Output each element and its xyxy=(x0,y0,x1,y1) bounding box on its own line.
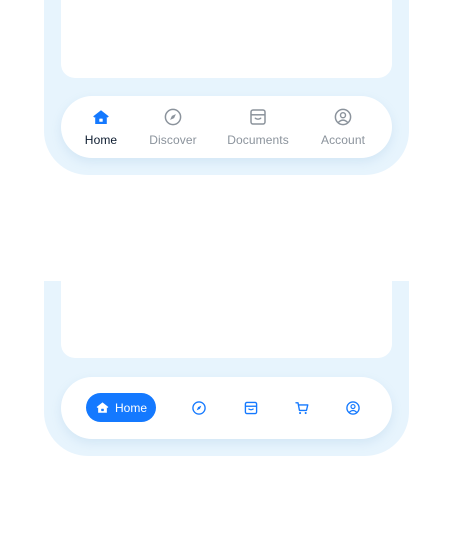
nav-item-label: Documents xyxy=(227,133,289,147)
screen-content-area xyxy=(61,0,392,78)
bottom-navigation-bar-compact: Home xyxy=(61,377,392,439)
nav-item-account[interactable]: Account xyxy=(317,96,369,158)
home-icon xyxy=(93,110,109,124)
compass-icon xyxy=(164,108,182,126)
phone-frame-compact: Home xyxy=(44,281,409,456)
bottom-navigation-bar-labeled: Home Discover Documents Account xyxy=(61,96,392,158)
nav-item-label: Discover xyxy=(149,133,197,147)
compass-icon[interactable] xyxy=(191,400,207,416)
user-circle-icon xyxy=(334,108,352,126)
nav-item-label: Home xyxy=(84,133,118,147)
home-icon xyxy=(96,402,109,413)
screen-content-area xyxy=(61,281,392,358)
nav-item-home[interactable]: Home xyxy=(85,96,117,158)
nav-item-label: Home xyxy=(114,400,147,415)
phone-frame-labeled: Home Discover Documents Account xyxy=(44,0,409,175)
archive-box-icon[interactable] xyxy=(243,400,259,416)
cart-icon[interactable] xyxy=(294,400,310,416)
nav-item-documents[interactable]: Documents xyxy=(225,96,291,158)
user-circle-icon[interactable] xyxy=(345,400,361,416)
nav-item-label: Account xyxy=(320,133,366,147)
nav-item-home-pill[interactable]: Home xyxy=(86,393,156,422)
nav-item-discover[interactable]: Discover xyxy=(147,96,199,158)
archive-box-icon xyxy=(250,109,266,125)
